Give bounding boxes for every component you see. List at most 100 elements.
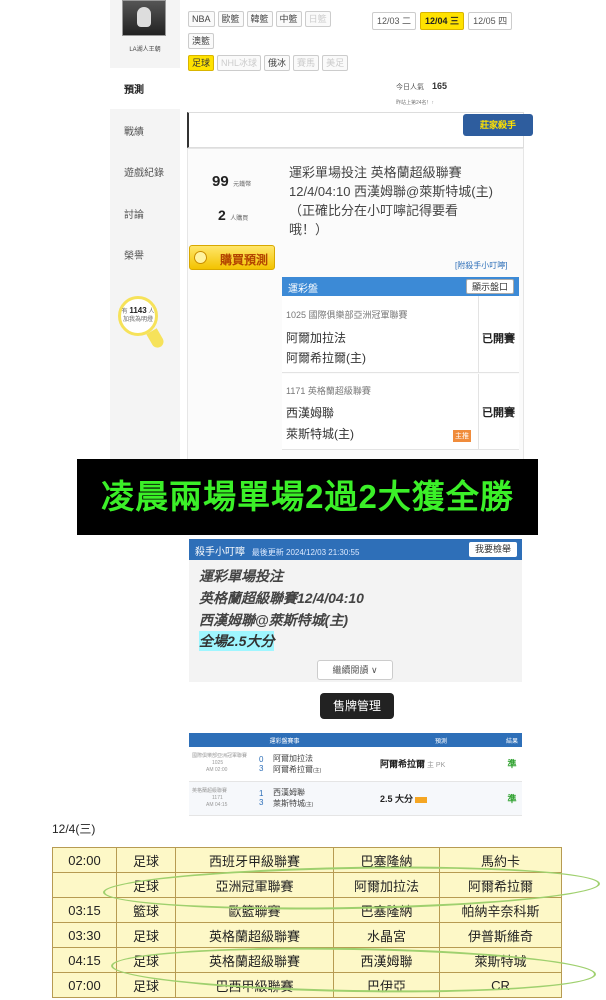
history-teams: 西漢姆聯 萊斯特城(主) bbox=[273, 781, 380, 816]
history-result: 準 bbox=[502, 781, 522, 816]
history-teams: 阿爾加拉法 阿爾希拉爾(主) bbox=[273, 747, 380, 782]
filter-tag[interactable]: NBA bbox=[188, 11, 215, 27]
schedule-home: 水晶宮 bbox=[333, 922, 440, 948]
schedule-time: 04:15 bbox=[52, 947, 117, 973]
filter-tag[interactable]: 賽馬 bbox=[293, 55, 320, 71]
history-header: 運彩盤賽事 bbox=[189, 733, 380, 747]
date-tab[interactable]: 12/03 二 bbox=[372, 12, 417, 30]
followers-suffix: 人 bbox=[148, 309, 155, 315]
history-num: 1 bbox=[259, 789, 264, 798]
match-team: 萊斯特城(主) bbox=[286, 427, 354, 441]
schedule-away: 伊普斯維奇 bbox=[439, 922, 562, 948]
history-team: 阿爾希拉爾 bbox=[273, 764, 313, 774]
filter-tag[interactable]: 俄冰 bbox=[264, 55, 291, 71]
prediction-title: 運彩單場投注 英格蘭超級聯賽 12/4/04:10 西漢姆聯@萊斯特城(主) （… bbox=[289, 163, 493, 239]
tips-updated-time: 最後更新 2024/12/03 21:30:55 bbox=[251, 548, 360, 557]
date-tab-active[interactable]: 12/04 三 bbox=[420, 12, 465, 30]
schedule-row: 03:30 足球 英格蘭超級聯賽 水晶宮 伊普斯維奇 bbox=[52, 922, 562, 948]
history-time: AM 04:15 bbox=[206, 801, 228, 808]
match-team: 西漢姆聯 bbox=[286, 406, 335, 420]
price-value: 99 bbox=[212, 173, 229, 190]
date-tabs: 12/03 二 12/04 三 12/05 四 bbox=[372, 12, 513, 30]
date-tab[interactable]: 12/05 四 bbox=[468, 12, 513, 30]
filter-row-2: 澳籃 bbox=[188, 33, 215, 49]
history-nums: 1 3 bbox=[259, 781, 273, 816]
match-row: 1025 國際俱樂部亞洲冠軍聯賽 阿爾加拉法 阿爾希拉爾(主) 已開賽 bbox=[282, 296, 519, 373]
filter-row-3: 足球 NHL冰球 俄冰 賽馬 美足 bbox=[188, 55, 349, 71]
followers-prefix: 有 bbox=[121, 309, 128, 315]
schedule-time: 03:30 bbox=[52, 922, 117, 948]
prediction-title-line: （正確比分在小叮嚀記得要看 bbox=[289, 203, 459, 218]
schedule-time: 03:15 bbox=[52, 897, 117, 923]
history-league: 英格蘭超級聯賽 bbox=[192, 787, 228, 794]
history-team: 西漢姆聯 bbox=[273, 788, 305, 797]
username[interactable]: LA湖人王朝 bbox=[112, 44, 178, 53]
match-meta: 1025 國際俱樂部亞洲冠軍聯賽 bbox=[286, 310, 408, 320]
history-row: 英格蘭超級聯賽 1171 AM 04:15 1 3 西漢姆聯 萊斯特城(主) 2… bbox=[189, 781, 522, 816]
history-time: AM 02:00 bbox=[206, 767, 228, 774]
match-meta: 1171 英格蘭超級聯賽 bbox=[286, 386, 371, 396]
filter-tag[interactable]: 中籃 bbox=[275, 11, 302, 27]
history-team: 阿爾加拉法 bbox=[273, 753, 313, 763]
seal-label: 莊家殺手 bbox=[463, 114, 533, 136]
history-league: 國際俱樂部亞洲冠軍聯賽 bbox=[192, 753, 248, 760]
schedule-time: 02:00 bbox=[52, 847, 117, 873]
schedule-time: 07:00 bbox=[52, 972, 117, 998]
killer-seal-badge: 莊家殺手 bbox=[463, 106, 533, 148]
recommend-tag: 主推 bbox=[453, 430, 471, 442]
history-meta: 英格蘭超級聯賽 1171 AM 04:15 bbox=[189, 781, 259, 816]
match-team: 阿爾加拉法 bbox=[286, 331, 347, 345]
history-header: 結果 bbox=[502, 733, 522, 747]
followers-count: 1143 bbox=[129, 306, 147, 315]
result-banner: 凌晨兩場單場2過2大獲全勝 bbox=[77, 459, 538, 535]
schedule-sport: 足球 bbox=[116, 847, 176, 873]
filter-tag[interactable]: 澳籃 bbox=[188, 33, 215, 49]
home-tag: (主) bbox=[305, 802, 314, 808]
history-header: 預測 bbox=[380, 733, 502, 747]
filter-tag[interactable]: 日籃 bbox=[304, 11, 331, 27]
buyers-value: 2 bbox=[218, 207, 226, 223]
history-row: 國際俱樂部亞洲冠軍聯賽 1025 AM 02:00 0 3 阿爾加拉法 阿爾希拉… bbox=[189, 747, 522, 782]
history-result: 準 bbox=[502, 747, 522, 782]
prediction-title-line: 哦！） bbox=[289, 222, 329, 237]
followers-badge[interactable]: 有 1143 人 加我為明燈 bbox=[118, 296, 158, 336]
filter-tag[interactable]: 歐籃 bbox=[217, 11, 244, 27]
history-team: 萊斯特城 bbox=[273, 799, 305, 808]
filter-tag[interactable]: 美足 bbox=[322, 55, 349, 71]
filter-tag[interactable]: 韓籃 bbox=[246, 11, 273, 27]
sidebar-item-prediction[interactable]: 預測 bbox=[110, 68, 188, 109]
today-popularity: 今日人氣 165 bbox=[396, 81, 447, 92]
history-meta: 國際俱樂部亞洲冠軍聯賽 1025 AM 02:00 bbox=[189, 747, 259, 782]
home-tag: (主) bbox=[313, 767, 322, 774]
sidebar-item-discussion[interactable]: 討論 bbox=[110, 193, 180, 234]
show-odds-button[interactable]: 顯示盤口 bbox=[466, 279, 514, 294]
avatar[interactable] bbox=[122, 0, 166, 36]
tips-link[interactable]: [附殺手小叮嚀] bbox=[455, 260, 507, 271]
match-row: 1171 英格蘭超級聯賽 西漢姆聯 萊斯特城(主) 已開賽 主推 bbox=[282, 374, 519, 450]
sell-management-button[interactable]: 售牌管理 bbox=[320, 693, 394, 719]
buyers: 2 人購買 bbox=[218, 207, 248, 225]
history-pred: 2.5 大分 bbox=[380, 781, 502, 816]
tips-line: 英格蘭超級聯賽12/4/04:10 bbox=[199, 590, 364, 606]
filter-tag[interactable]: NHL冰球 bbox=[217, 55, 262, 71]
price-unit: 元鐵幣 bbox=[233, 182, 252, 188]
history-id: 1171 bbox=[212, 794, 223, 801]
match-status: 已開賽 bbox=[482, 407, 515, 419]
sidebar-item-honor[interactable]: 榮譽 bbox=[110, 234, 180, 275]
tips-line: 運彩單場投注 bbox=[199, 568, 283, 584]
sidebar-item-game-log[interactable]: 遊戲紀錄 bbox=[110, 151, 180, 192]
history-id: 1025 bbox=[212, 760, 224, 767]
schedule-date: 12/4(三) bbox=[52, 822, 96, 836]
rank-note: 昨站上第24名！↑ bbox=[396, 100, 435, 106]
history-nums: 0 3 bbox=[259, 747, 273, 782]
prediction-title-line: 運彩單場投注 英格蘭超級聯賽 bbox=[289, 165, 462, 180]
coin-icon bbox=[194, 251, 207, 264]
sidebar-item-record[interactable]: 戰績 bbox=[110, 110, 180, 151]
read-more-button[interactable]: 繼續閱讀 ∨ bbox=[317, 660, 393, 680]
today-label: 今日人氣 bbox=[396, 84, 424, 91]
today-value: 165 bbox=[431, 81, 447, 91]
report-button[interactable]: 我要檢舉 bbox=[469, 542, 517, 557]
filter-tag-active[interactable]: 足球 bbox=[188, 55, 215, 71]
filter-row-1: NBA 歐籃 韓籃 中籃 日籃 bbox=[188, 11, 331, 27]
schedule-sport: 足球 bbox=[116, 922, 176, 948]
